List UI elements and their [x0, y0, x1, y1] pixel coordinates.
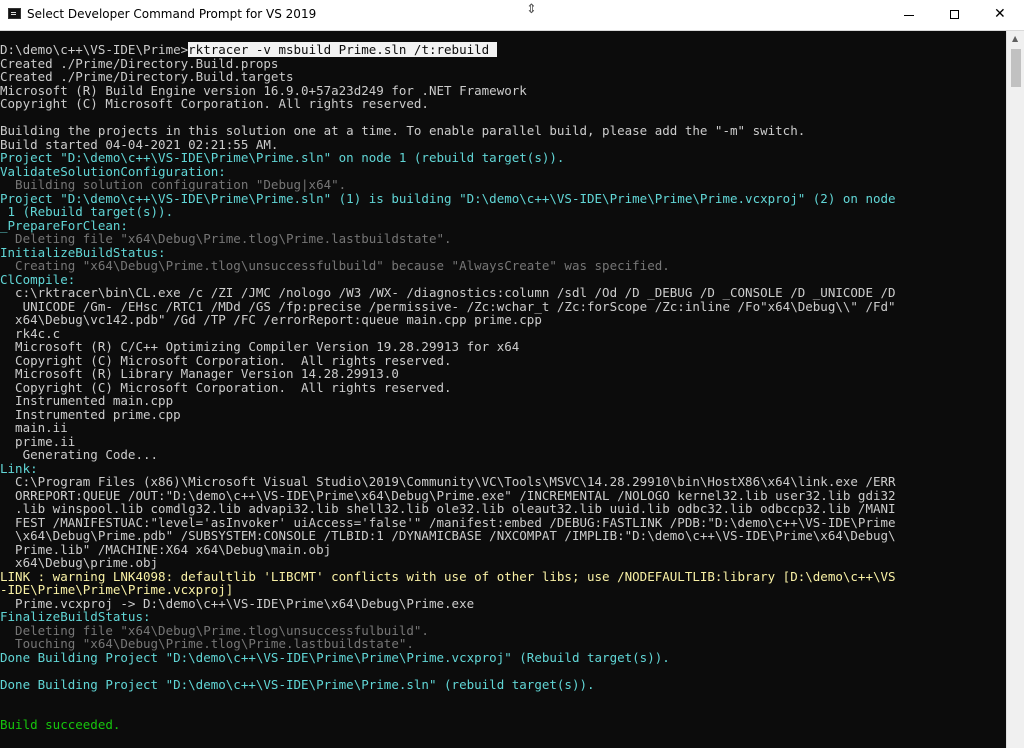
scroll-thumb[interactable] [1011, 49, 1021, 87]
console-line: Deleting file "x64\Debug\Prime.tlog\Prim… [0, 231, 452, 246]
prompt-line[interactable]: D:\demo\c++\VS-IDE\Prime>rktracer -v msb… [0, 42, 497, 57]
close-button[interactable]: ✕ [978, 0, 1024, 30]
console-line: Done Building Project "D:\demo\c++\VS-ID… [0, 676, 595, 692]
console-line: -IDE\Prime\Prime\Prime.vcxproj] [0, 582, 234, 597]
maximize-button[interactable] [932, 0, 978, 30]
console-line: Done Building Project "D:\demo\c++\VS-ID… [0, 649, 670, 665]
console-output[interactable]: D:\demo\c++\VS-IDE\Prime>rktracer -v msb… [0, 31, 1006, 748]
typed-command[interactable]: rktracer -v msbuild Prime.sln /t:rebuild [188, 42, 497, 57]
console-line: c:\rktracer\bin\CL.exe /c /ZI /JMC /nolo… [0, 285, 896, 300]
title-bar[interactable]: Select Developer Command Prompt for VS 2… [0, 0, 1024, 31]
console-line: Created ./Prime/Directory.Build.targets [0, 69, 294, 84]
resize-cursor-icon: ⇕ [526, 2, 537, 17]
maximize-icon [950, 10, 959, 19]
window-title: Select Developer Command Prompt for VS 2… [27, 7, 317, 21]
vertical-scrollbar[interactable]: ▲ [1006, 31, 1024, 748]
minimize-button[interactable] [886, 0, 932, 30]
console-line: Touching "x64\Debug\Prime.tlog\Prime.las… [0, 636, 414, 651]
console-line: Project "D:\demo\c++\VS-IDE\Prime\Prime.… [0, 150, 565, 165]
console-line: C:\Program Files (x86)\Microsoft Visual … [0, 474, 896, 489]
console-line: Copyright (C) Microsoft Corporation. All… [0, 96, 429, 111]
prompt-path: D:\demo\c++\VS-IDE\Prime> [0, 42, 189, 57]
console-line: Instrumented main.cpp [0, 393, 174, 408]
console-line: x64\Debug\prime.obj [0, 555, 159, 570]
chevron-up-icon: ▲ [1012, 34, 1019, 43]
console-app-icon[interactable] [8, 8, 21, 19]
console-line: FinalizeBuildStatus: [0, 609, 151, 624]
console-line: Microsoft (R) C/C++ Optimizing Compiler … [0, 339, 520, 354]
console-line: Building the projects in this solution o… [0, 123, 806, 138]
command-prompt-window: Select Developer Command Prompt for VS 2… [0, 0, 1024, 748]
console-line: Build succeeded. [0, 717, 121, 732]
console-line: main.ii [0, 420, 68, 435]
console-line: x64\Debug\vc142.pdb" /Gd /TP /FC /errorR… [0, 312, 542, 327]
console-line: .lib winspool.lib comdlg32.lib advapi32.… [0, 501, 896, 516]
scroll-up-button[interactable]: ▲ [1007, 31, 1024, 48]
console-line: Generating Code... [0, 447, 159, 462]
console-line: Building solution configuration "Debug|x… [0, 177, 347, 192]
close-icon: ✕ [994, 6, 1006, 22]
console-line: Microsoft (R) Library Manager Version 14… [0, 366, 399, 381]
console-line: 1 (Rebuild target(s)). [0, 204, 174, 219]
console-line: \x64\Debug\Prime.pdb" /SUBSYSTEM:CONSOLE… [0, 528, 896, 543]
minimize-icon [904, 15, 914, 16]
console-line: Creating "x64\Debug\Prime.tlog\unsuccess… [0, 258, 670, 273]
